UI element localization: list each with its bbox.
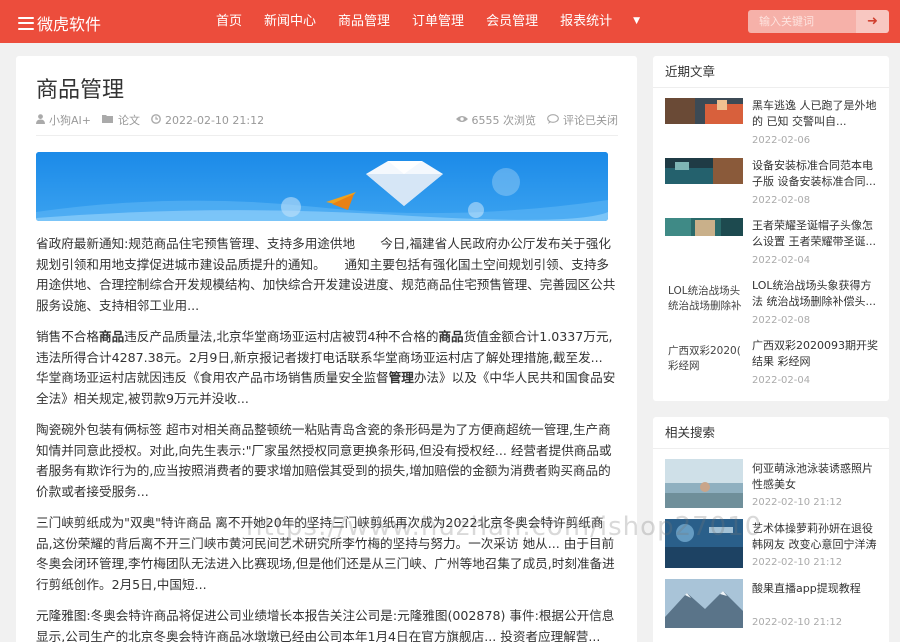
comment-status: 评论已关闭 <box>547 112 618 128</box>
search-box: ➜ <box>748 10 889 33</box>
post-thumbnail[interactable] <box>665 218 743 236</box>
article-body: 省政府最新通知:规范商品住宅预售管理、支持多用途供地 今日,福建省人民政府办公厅… <box>36 234 618 642</box>
article-paragraph: 陶瓷碗外包装有俩标签 超市对相关商品整顿统一粘贴青岛含瓷的条形码是为了方便商超统… <box>36 422 612 499</box>
post-title[interactable]: 王者荣耀圣诞帽子头像怎么设置 王者荣耀带圣诞... <box>752 218 882 250</box>
widget-title: 近期文章 <box>653 56 889 88</box>
category-name[interactable]: 论文 <box>118 112 140 128</box>
related-thumbnail[interactable] <box>665 579 743 628</box>
related-date: 2022-02-10 21:12 <box>752 617 843 628</box>
post-date: 2022-02-04 <box>752 375 811 386</box>
comment-status-text: 评论已关闭 <box>563 114 618 127</box>
recent-post-item[interactable]: 黑车逃逸 人已跑了是外地的 已知 交警叫自... 2022-02-06 <box>665 98 881 148</box>
article-meta: 小狗AI+ 论文 2022-02-10 21:12 6555 次浏览 评论已关闭 <box>36 112 618 128</box>
related-item[interactable]: 酸果直播app提现教程 2022-02-10 21:12 <box>665 579 881 631</box>
post-title[interactable]: 黑车逃逸 人已跑了是外地的 已知 交警叫自... <box>752 98 882 130</box>
related-search-widget: 相关搜索 何亚萌泳池泳装诱惑照片性感美女 2022-02-10 21:12 艺术… <box>653 417 889 642</box>
publish-datetime: 2022-02-10 21:12 <box>165 113 265 127</box>
post-date: 2022-02-06 <box>752 135 811 146</box>
author-name[interactable]: 小狗AI+ <box>49 112 91 128</box>
view-count-text: 6555 次浏览 <box>471 114 537 127</box>
post-thumbnail[interactable] <box>665 98 743 124</box>
author[interactable]: 小狗AI+ <box>36 112 91 128</box>
related-title[interactable]: 酸果直播app提现教程 <box>752 581 882 613</box>
related-date: 2022-02-10 21:12 <box>752 557 843 568</box>
post-date: 2022-02-08 <box>752 195 811 206</box>
related-title[interactable]: 艺术体操萝莉孙妍在退役韩网友 改变心意回宁洋涛 <box>752 521 882 553</box>
menu-icon[interactable] <box>18 16 34 30</box>
dropdown-caret-icon[interactable]: ▼ <box>623 0 650 43</box>
post-title[interactable]: LOL统治战场头象获得方法 统治战场删除补偿头... <box>752 278 882 310</box>
top-navbar: 微虎软件 首页 新闻中心 商品管理 订单管理 会员管理 报表统计 ▼ ➜ <box>0 0 900 43</box>
related-item[interactable]: 艺术体操萝莉孙妍在退役韩网友 改变心意回宁洋涛 2022-02-10 21:12 <box>665 519 881 571</box>
post-title[interactable]: 设备安装标准合同范本电子版 设备安装标准合同... <box>752 158 882 190</box>
post-date: 2022-02-04 <box>752 255 811 266</box>
search-input[interactable] <box>748 10 856 33</box>
post-date: 2022-02-08 <box>752 315 811 326</box>
related-thumbnail[interactable] <box>665 459 743 508</box>
article-paragraph: 三门峡剪纸成为"双奥"特许商品 离不开她20年的坚持三门峡剪纸再次成为2022北… <box>36 515 615 592</box>
post-thumbnail[interactable] <box>665 158 743 184</box>
related-item[interactable]: 何亚萌泳池泳装诱惑照片性感美女 2022-02-10 21:12 <box>665 459 881 511</box>
meta-divider <box>36 135 618 136</box>
nav-products[interactable]: 商品管理 <box>327 0 401 43</box>
related-thumbnail[interactable] <box>665 519 743 568</box>
search-button[interactable]: ➜ <box>856 10 889 33</box>
nav-members[interactable]: 会员管理 <box>475 0 549 43</box>
category[interactable]: 论文 <box>102 112 140 128</box>
comment-icon <box>547 113 559 127</box>
nav-reports[interactable]: 报表统计 <box>549 0 623 43</box>
folder-icon <box>102 114 114 126</box>
article-paragraph: 销售不合格商品违反产品质量法,北京华堂商场亚运村店被罚4种不合格的商品货值金额合… <box>36 329 616 406</box>
post-thumbnail-text[interactable]: LOL统治战场头 统治战场删除补 <box>665 278 743 318</box>
article-card: 商品管理 小狗AI+ 论文 2022-02-10 21:12 6555 次浏览 … <box>16 56 637 642</box>
related-date: 2022-02-10 21:12 <box>752 497 843 508</box>
site-name[interactable]: 微虎软件 <box>37 11 101 35</box>
related-title[interactable]: 何亚萌泳池泳装诱惑照片性感美女 <box>752 461 882 493</box>
nav-orders[interactable]: 订单管理 <box>401 0 475 43</box>
article-paragraph: 省政府最新通知:规范商品住宅预售管理、支持多用途供地 今日,福建省人民政府办公厅… <box>36 236 616 313</box>
article-paragraph: 元隆雅图:冬奥会特许商品将促进公司业绩增长本报告关注公司是:元隆雅图(00287… <box>36 608 615 642</box>
view-count: 6555 次浏览 <box>455 112 537 128</box>
user-icon <box>36 113 45 127</box>
nav-home[interactable]: 首页 <box>205 0 253 43</box>
recent-post-item[interactable]: 设备安装标准合同范本电子版 设备安装标准合同... 2022-02-08 <box>665 158 881 208</box>
clock-icon <box>151 113 161 127</box>
main-nav: 首页 新闻中心 商品管理 订单管理 会员管理 报表统计 ▼ <box>205 0 650 43</box>
widget-title: 相关搜索 <box>653 417 889 449</box>
nav-news[interactable]: 新闻中心 <box>253 0 327 43</box>
page-title: 商品管理 <box>36 78 125 103</box>
post-title[interactable]: 广西双彩2020093期开奖结果 彩经网 <box>752 338 882 370</box>
recent-post-item[interactable]: 广西双彩2020(彩经网 广西双彩2020093期开奖结果 彩经网 2022-0… <box>665 338 881 388</box>
recent-posts-widget: 近期文章 黑车逃逸 人已跑了是外地的 已知 交警叫自... 2022-02-06… <box>653 56 889 401</box>
post-thumbnail-text[interactable]: 广西双彩2020(彩经网 <box>665 338 743 378</box>
article-banner-image <box>36 152 608 221</box>
eye-icon <box>455 115 468 126</box>
site-logo[interactable]: 微虎软件 <box>18 11 101 35</box>
recent-post-item[interactable]: 王者荣耀圣诞帽子头像怎么设置 王者荣耀带圣诞... 2022-02-04 <box>665 218 881 268</box>
recent-post-item[interactable]: LOL统治战场头 统治战场删除补 LOL统治战场头象获得方法 统治战场删除补偿头.… <box>665 278 881 328</box>
publish-time: 2022-02-10 21:12 <box>151 112 264 128</box>
